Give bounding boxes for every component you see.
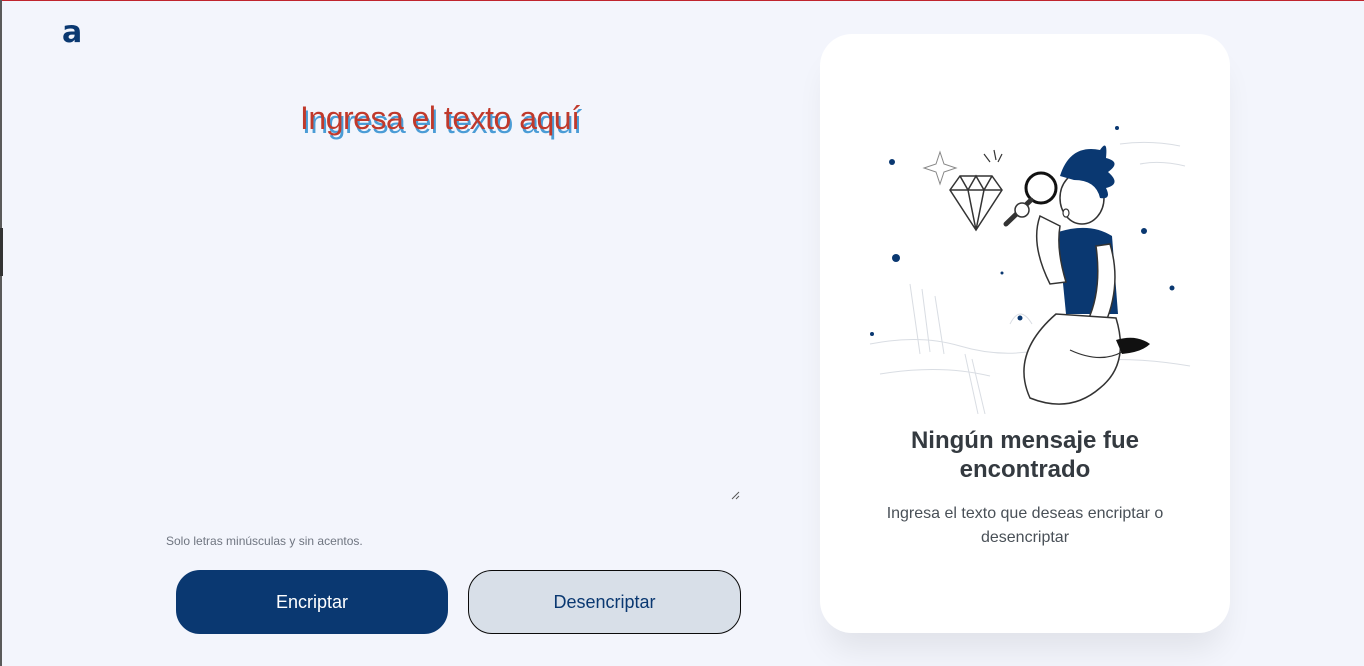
resize-grip-icon[interactable] bbox=[730, 490, 740, 500]
encrypt-button[interactable]: Encriptar bbox=[176, 570, 448, 634]
search-illustration-icon bbox=[869, 126, 1191, 414]
output-title: Ningún mensaje fue encontrado bbox=[910, 427, 1140, 483]
input-placeholder: Ingresa el texto aquí bbox=[300, 100, 580, 136]
decrypt-button[interactable]: Desencriptar bbox=[468, 570, 741, 634]
left-scroll-marker bbox=[0, 228, 3, 276]
logo: a bbox=[62, 15, 83, 50]
top-border bbox=[0, 0, 1364, 1]
left-border bbox=[0, 0, 2, 666]
output-message: Ingresa el texto que deseas encriptar o … bbox=[886, 505, 1164, 546]
output-card: Ningún mensaje fue encontrado Ingresa el… bbox=[820, 34, 1230, 633]
input-hint: Solo letras minúsculas y sin acentos. bbox=[166, 534, 363, 548]
text-input-area[interactable]: Ingresa el texto aquí bbox=[166, 100, 740, 500]
